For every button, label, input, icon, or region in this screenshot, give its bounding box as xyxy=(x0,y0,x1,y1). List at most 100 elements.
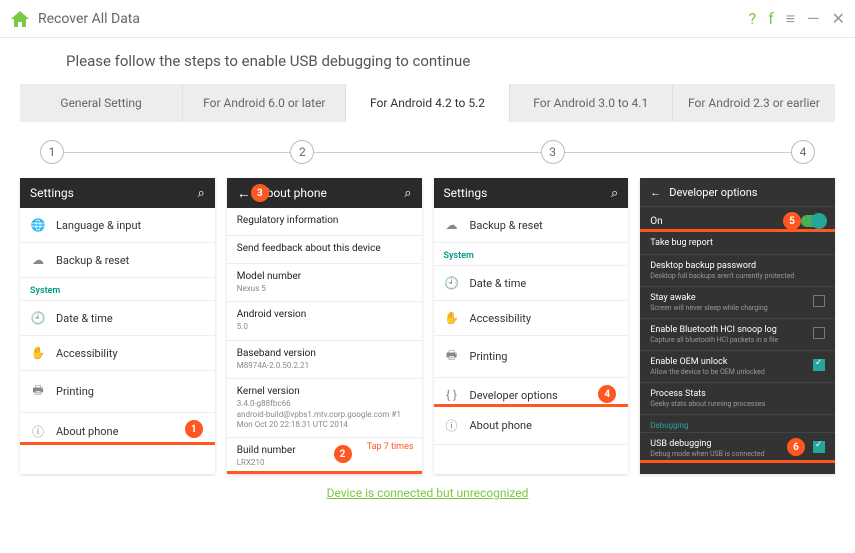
search-icon[interactable]: ⌕ xyxy=(611,186,618,201)
row-icon: 🕘 xyxy=(30,311,46,325)
info-row[interactable]: Regulatory information xyxy=(227,208,422,236)
panel-title: About phone xyxy=(259,186,404,200)
info-row[interactable]: Build numberLRX2102Tap 7 times xyxy=(227,438,422,473)
info-key: Kernel version xyxy=(237,386,412,397)
app-title: Recover All Data xyxy=(38,11,140,27)
dev-value: Capture all bluetooth HCI packets in a f… xyxy=(650,336,813,344)
titlebar: Recover All Data ? f ≡ — ✕ xyxy=(0,0,855,38)
row-label: Accessibility xyxy=(56,347,118,360)
toggle-switch[interactable] xyxy=(801,215,825,227)
info-row[interactable]: Android version 5.0 xyxy=(227,302,422,340)
settings-row[interactable]: ✋Accessibility xyxy=(20,336,215,371)
row-label: Date & time xyxy=(56,312,113,325)
info-key: Regulatory information xyxy=(237,215,412,226)
dev-on-row[interactable]: On 5 xyxy=(640,206,835,232)
row-label: About phone xyxy=(56,425,118,438)
instruction-text: Please follow the steps to enable USB de… xyxy=(0,38,855,84)
badge-2: 2 xyxy=(334,445,352,463)
dev-row[interactable]: Process StatsGeeky stats about running p… xyxy=(640,383,835,415)
on-label: On xyxy=(650,216,662,227)
panel-title: Settings xyxy=(30,186,197,200)
panel-header: ← Developer options xyxy=(640,178,835,206)
checkbox[interactable] xyxy=(813,295,825,307)
checkbox[interactable] xyxy=(813,327,825,339)
row-icon: 🖶 xyxy=(30,381,46,402)
settings-row[interactable]: 🕘 Date & time xyxy=(20,301,215,336)
dev-value: Geeky stats about running processes xyxy=(650,400,825,408)
info-key: Baseband version xyxy=(237,348,412,359)
search-icon[interactable]: ⌕ xyxy=(404,186,411,201)
settings-row[interactable]: 🖶Printing xyxy=(434,336,629,378)
row-label: Developer options xyxy=(470,389,558,402)
info-key: Android version xyxy=(237,309,412,320)
panel-header: Settings ⌕ xyxy=(20,178,215,208)
tap-hint: Tap 7 times xyxy=(367,442,414,452)
badge-5: 5 xyxy=(783,212,801,230)
dev-value: Desktop full backups aren't currently pr… xyxy=(650,272,825,280)
panel-title: Developer options xyxy=(669,186,757,199)
window-buttons: ? f ≡ — ✕ xyxy=(749,9,845,29)
row-label: Backup & reset xyxy=(56,254,129,267)
settings-row[interactable]: ⓘAbout phone1 xyxy=(20,413,215,445)
section-header: Debugging xyxy=(640,415,835,433)
step-4: 4 xyxy=(791,140,815,164)
row-label: Backup & reset xyxy=(470,219,543,232)
settings-row[interactable]: ☁Backup & reset xyxy=(434,208,629,243)
info-row[interactable]: Send feedback about this device xyxy=(227,236,422,264)
settings-row[interactable]: { }Developer options4 xyxy=(434,378,629,407)
menu-icon[interactable]: ≡ xyxy=(786,9,795,29)
dev-key: Process Stats xyxy=(650,389,825,399)
info-value: M8974A-2.0.50.2.21 xyxy=(237,361,412,371)
dev-row[interactable]: Desktop backup passwordDesktop full back… xyxy=(640,255,835,287)
settings-row[interactable]: 🖶Printing xyxy=(20,371,215,413)
settings-row[interactable]: ✋Accessibility xyxy=(434,301,629,336)
info-row[interactable]: Model numberNexus 5 xyxy=(227,264,422,302)
dev-row[interactable]: USB debuggingDebug mode when USB is conn… xyxy=(640,433,835,463)
info-value: LRX210 xyxy=(237,458,412,468)
share-icon[interactable]: f xyxy=(768,9,774,28)
tab-4[interactable]: For Android 2.3 or earlier xyxy=(673,84,835,122)
footer-link[interactable]: Device is connected but unrecognized xyxy=(327,486,529,500)
row-icon: 🖶 xyxy=(444,346,460,367)
dev-row[interactable]: Stay awakeScreen will never sleep while … xyxy=(640,287,835,319)
tab-1[interactable]: For Android 6.0 or later xyxy=(183,84,346,122)
step-1: 1 xyxy=(40,140,64,164)
settings-row[interactable]: 🌐Language & input xyxy=(20,208,215,243)
panel-settings-2: Settings ⌕ ☁Backup & reset System 🕘Date … xyxy=(434,178,629,474)
dev-row[interactable]: Enable OEM unlockAllow the device to be … xyxy=(640,351,835,383)
info-row[interactable]: Kernel version 3.4.0-g88fbc66android-buil… xyxy=(227,379,422,438)
checkbox[interactable] xyxy=(813,441,825,453)
dev-key: Enable Bluetooth HCI snoop log xyxy=(650,325,813,335)
close-icon[interactable]: ✕ xyxy=(832,9,845,28)
badge-3: 3 xyxy=(251,184,269,202)
back-icon[interactable]: ← xyxy=(237,185,251,202)
panel-header: Settings ⌕ xyxy=(434,178,629,208)
row-icon: 🌐 xyxy=(30,218,46,232)
panel-developer-options: ← Developer options On 5 Take bug report… xyxy=(640,178,835,474)
settings-row[interactable]: ☁Backup & reset xyxy=(20,243,215,278)
footer: Device is connected but unrecognized xyxy=(0,474,855,501)
badge-6: 6 xyxy=(787,438,805,456)
dev-row[interactable]: Enable Bluetooth HCI snoop logCapture al… xyxy=(640,319,835,351)
settings-row[interactable]: ⓘAbout phone xyxy=(434,407,629,445)
row-label: Date & time xyxy=(470,277,527,290)
info-key: Send feedback about this device xyxy=(237,243,412,254)
tab-3[interactable]: For Android 3.0 to 4.1 xyxy=(510,84,673,122)
dev-row[interactable]: Take bug report xyxy=(640,232,835,255)
info-value: 3.4.0-g88fbc66android-build@vpbs1.mtv.co… xyxy=(237,399,412,430)
section-header: System xyxy=(434,243,629,266)
info-row[interactable]: Baseband version M8974A-2.0.50.2.21 xyxy=(227,341,422,379)
minimize-icon[interactable]: — xyxy=(807,9,820,28)
back-icon[interactable]: ← xyxy=(650,186,661,199)
info-value: Nexus 5 xyxy=(237,284,412,294)
help-icon[interactable]: ? xyxy=(749,9,757,28)
settings-row[interactable]: 🕘Date & time xyxy=(434,266,629,301)
row-icon: ⓘ xyxy=(30,423,46,440)
checkbox[interactable] xyxy=(813,359,825,371)
row-icon: ✋ xyxy=(444,311,460,325)
tab-0[interactable]: General Setting xyxy=(20,84,183,122)
tab-2[interactable]: For Android 4.2 to 5.2 xyxy=(346,84,509,122)
info-value: 5.0 xyxy=(237,322,412,332)
search-icon[interactable]: ⌕ xyxy=(197,186,204,201)
tabs: General SettingFor Android 6.0 or laterF… xyxy=(20,84,835,122)
